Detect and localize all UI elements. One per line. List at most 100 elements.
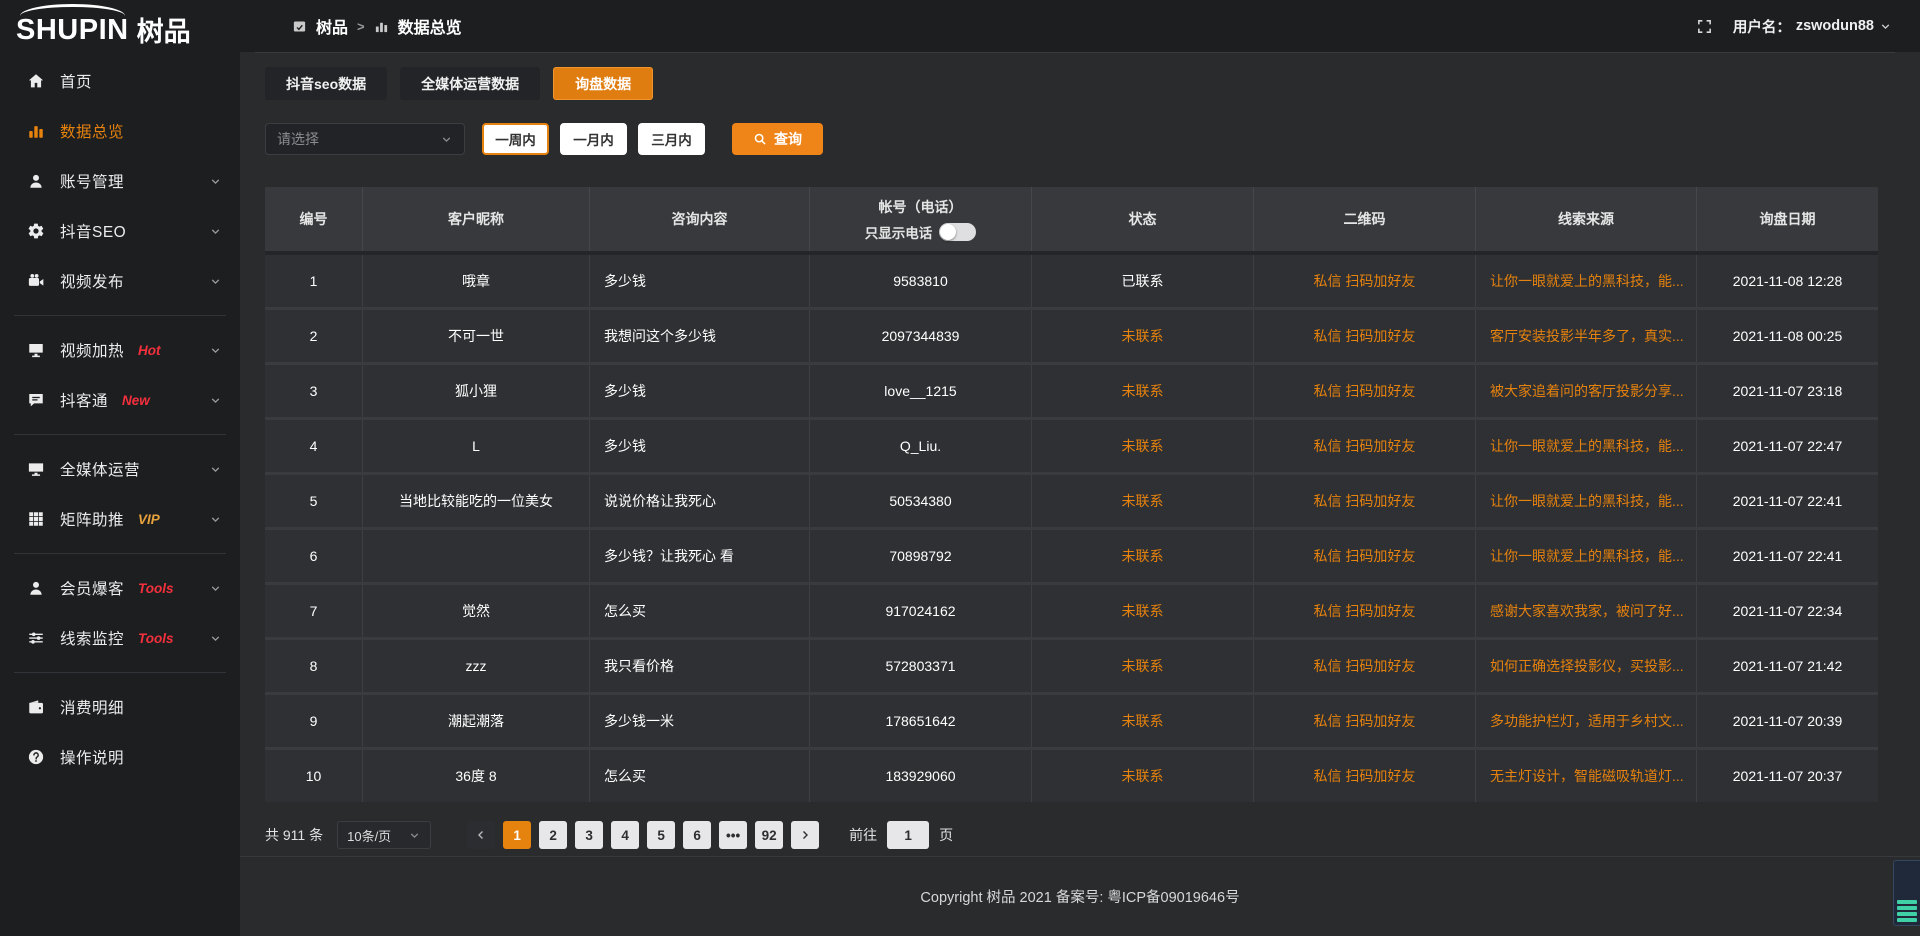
page-button-3[interactable]: 3 <box>575 821 603 849</box>
cell-qrcode-link[interactable]: 私信 扫码加好友 <box>1254 695 1476 747</box>
cell-nickname: L <box>363 420 590 472</box>
cell-content: 多少钱 <box>590 255 810 307</box>
cell-qrcode-link[interactable]: 私信 扫码加好友 <box>1254 750 1476 802</box>
sidebar-divider <box>14 315 226 316</box>
tab-2[interactable]: 全媒体运营数据 <box>400 67 540 100</box>
breadcrumb-home[interactable]: 树品 <box>316 14 348 38</box>
sidebar-item-9[interactable]: 矩阵助推VIP <box>0 494 240 544</box>
cell-source-link[interactable]: 感谢大家喜欢我家，被问了好... <box>1476 585 1697 637</box>
cell-source-link[interactable]: 多功能护栏灯，适用于乡村文... <box>1476 695 1697 747</box>
chevron-down-icon <box>440 133 453 146</box>
sidebar-item-11[interactable]: 线索监控Tools <box>0 613 240 663</box>
sliders-icon <box>27 629 45 647</box>
page-button-5[interactable]: 5 <box>647 821 675 849</box>
page-button-6[interactable]: 6 <box>683 821 711 849</box>
goto-unit: 页 <box>939 825 953 845</box>
filter-select-placeholder: 请选择 <box>277 129 319 149</box>
cell-nickname: 潮起潮落 <box>363 695 590 747</box>
goto-page-input[interactable]: 1 <box>887 821 929 849</box>
sidebar-item-1[interactable]: 首页 <box>0 56 240 106</box>
sidebar-item-badge: VIP <box>138 512 160 527</box>
cell-nickname <box>363 530 590 582</box>
prev-page-button[interactable] <box>467 821 495 849</box>
cell-qrcode-link[interactable]: 私信 扫码加好友 <box>1254 255 1476 307</box>
sidebar-item-13[interactable]: 操作说明 <box>0 732 240 782</box>
corner-widget-bar <box>1897 906 1917 910</box>
sidebar-item-badge: Tools <box>138 631 174 646</box>
cell-qrcode-link[interactable]: 私信 扫码加好友 <box>1254 475 1476 527</box>
table-row: 9潮起潮落多少钱一米178651642未联系私信 扫码加好友多功能护栏灯，适用于… <box>265 695 1878 750</box>
cell-no: 10 <box>265 750 363 802</box>
user-icon <box>27 172 45 190</box>
page-button-92[interactable]: 92 <box>755 821 783 849</box>
fullscreen-icon[interactable] <box>1696 18 1713 35</box>
sidebar-item-3[interactable]: 账号管理 <box>0 156 240 206</box>
cell-nickname: 36度 8 <box>363 750 590 802</box>
page-button-4[interactable]: 4 <box>611 821 639 849</box>
range-button-3[interactable]: 三月内 <box>638 123 705 155</box>
cell-source-link[interactable]: 客厅安装投影半年多了，真实... <box>1476 310 1697 362</box>
cell-nickname: 觉然 <box>363 585 590 637</box>
cell-status: 未联系 <box>1032 585 1254 637</box>
cell-source-link[interactable]: 如何正确选择投影仪，买投影... <box>1476 640 1697 692</box>
page-button-1[interactable]: 1 <box>503 821 531 849</box>
cell-date: 2021-11-07 22:34 <box>1697 585 1878 637</box>
next-page-button[interactable] <box>791 821 819 849</box>
phone-only-toggle[interactable] <box>939 223 976 241</box>
sidebar-item-label: 首页 <box>60 70 92 92</box>
cell-source-link[interactable]: 无主灯设计，智能磁吸轨道灯... <box>1476 750 1697 802</box>
sidebar-item-12[interactable]: 消费明细 <box>0 682 240 732</box>
tab-1[interactable]: 抖音seo数据 <box>265 67 387 100</box>
sidebar-item-4[interactable]: 抖音SEO <box>0 206 240 256</box>
cell-qrcode-link[interactable]: 私信 扫码加好友 <box>1254 420 1476 472</box>
chevron-down-icon <box>209 275 222 288</box>
corner-widget[interactable] <box>1893 860 1920 926</box>
cell-status: 未联系 <box>1032 475 1254 527</box>
cell-date: 2021-11-07 21:42 <box>1697 640 1878 692</box>
user-menu[interactable]: 用户名： zswodun88 <box>1733 16 1892 37</box>
cell-account: 183929060 <box>810 750 1032 802</box>
inquiry-table: 编号 客户昵称 咨询内容 帐号（电话） 只显示电话 状态 二维码 线索来源 询盘… <box>265 187 1878 802</box>
sidebar-item-8[interactable]: 全媒体运营 <box>0 444 240 494</box>
range-button-1[interactable]: 一周内 <box>482 123 549 155</box>
cell-no: 2 <box>265 310 363 362</box>
page-ellipsis-button[interactable]: ••• <box>719 821 747 849</box>
sidebar-item-label: 抖音SEO <box>60 220 126 242</box>
chevron-down-icon <box>209 632 222 645</box>
cell-source-link[interactable]: 被大家追着问的客厅投影分享... <box>1476 365 1697 417</box>
sidebar-item-2[interactable]: 数据总览 <box>0 106 240 156</box>
chevron-down-icon <box>209 175 222 188</box>
cell-source-link[interactable]: 让你一眼就爱上的黑科技，能... <box>1476 420 1697 472</box>
phone-toggle-row: 只显示电话 <box>865 222 977 242</box>
cell-account: 2097344839 <box>810 310 1032 362</box>
logo-text-cn: 树品 <box>137 4 191 49</box>
sidebar-item-5[interactable]: 视频发布 <box>0 256 240 306</box>
cell-source-link[interactable]: 让你一眼就爱上的黑科技，能... <box>1476 475 1697 527</box>
filter-select[interactable]: 请选择 <box>265 123 465 155</box>
sidebar-item-6[interactable]: 视频加热Hot <box>0 325 240 375</box>
page-button-2[interactable]: 2 <box>539 821 567 849</box>
cell-qrcode-link[interactable]: 私信 扫码加好友 <box>1254 530 1476 582</box>
cell-source-link[interactable]: 让你一眼就爱上的黑科技，能... <box>1476 255 1697 307</box>
cell-qrcode-link[interactable]: 私信 扫码加好友 <box>1254 310 1476 362</box>
main-content: 抖音seo数据全媒体运营数据询盘数据 请选择 一周内一月内三月内 查询 编号 客… <box>240 52 1920 849</box>
goto-page: 前往 1 页 <box>849 821 953 849</box>
sidebar-item-10[interactable]: 会员爆客Tools <box>0 563 240 613</box>
panel-icon <box>292 19 307 34</box>
camera-icon <box>27 272 45 290</box>
cell-source-link[interactable]: 让你一眼就爱上的黑科技，能... <box>1476 530 1697 582</box>
range-button-2[interactable]: 一月内 <box>560 123 627 155</box>
sidebar-item-7[interactable]: 抖客通New <box>0 375 240 425</box>
cell-date: 2021-11-07 22:41 <box>1697 530 1878 582</box>
cell-qrcode-link[interactable]: 私信 扫码加好友 <box>1254 640 1476 692</box>
cell-status: 未联系 <box>1032 365 1254 417</box>
tab-3[interactable]: 询盘数据 <box>553 67 653 100</box>
header-no: 编号 <box>265 187 363 251</box>
query-button[interactable]: 查询 <box>732 123 823 155</box>
chevron-left-icon <box>475 829 487 841</box>
cell-qrcode-link[interactable]: 私信 扫码加好友 <box>1254 365 1476 417</box>
page-size-select[interactable]: 10条/页 <box>337 821 431 849</box>
cell-qrcode-link[interactable]: 私信 扫码加好友 <box>1254 585 1476 637</box>
breadcrumb: 树品 > 数据总览 <box>292 14 462 38</box>
cell-date: 2021-11-07 23:18 <box>1697 365 1878 417</box>
